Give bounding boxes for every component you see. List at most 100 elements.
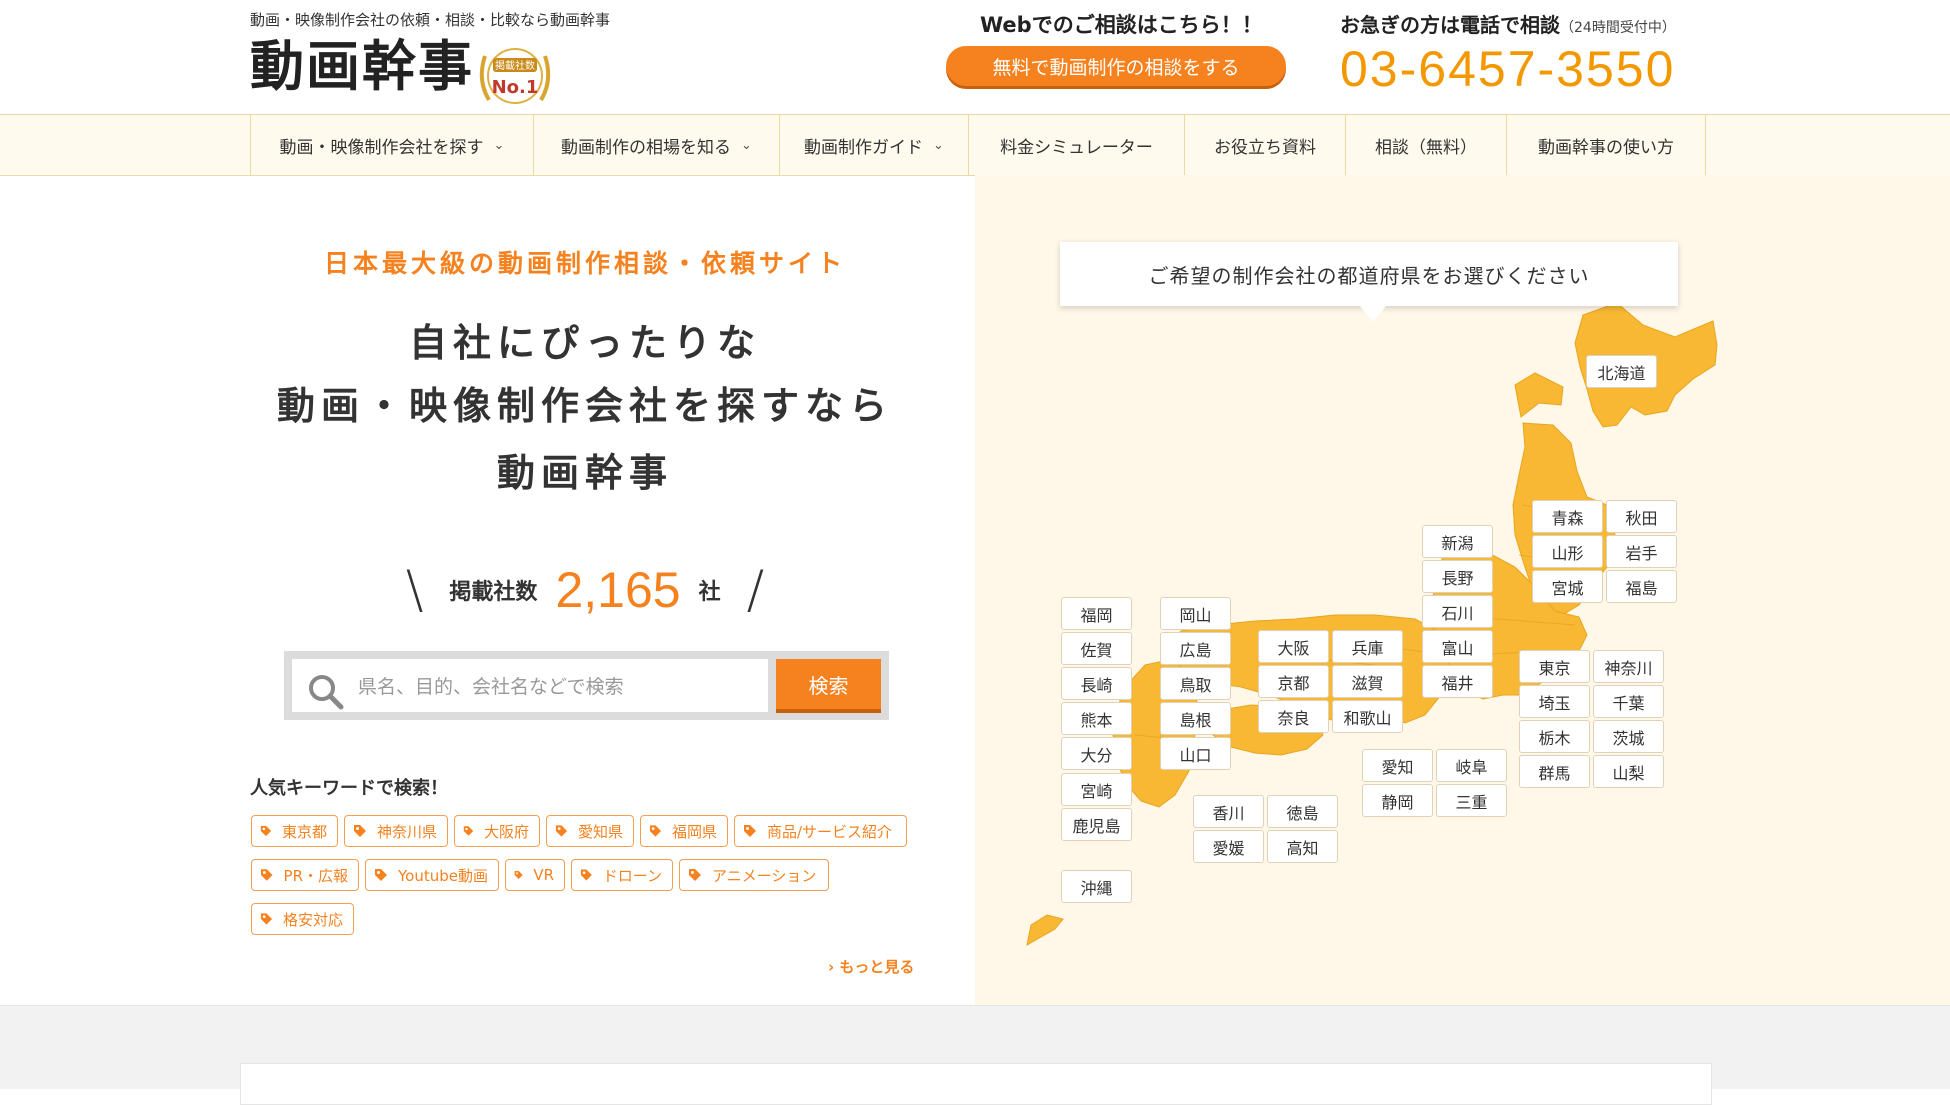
nav-item-4[interactable]: 料金シミュレーター — [969, 115, 1185, 175]
search-input[interactable]: 県名、目的、会社名などで検索 — [292, 659, 768, 712]
search-placeholder: 県名、目的、会社名などで検索 — [358, 676, 624, 698]
pref-okinawa[interactable]: 沖縄 — [1061, 870, 1132, 903]
pref-fukui[interactable]: 福井 — [1422, 665, 1493, 698]
nav-item-2[interactable]: 動画制作の相場を知る ⌄ — [534, 115, 780, 175]
pref-saga[interactable]: 佐賀 — [1061, 632, 1132, 665]
more-keywords-link[interactable]: › もっと見る — [828, 956, 914, 977]
pref-saitama[interactable]: 埼玉 — [1519, 685, 1590, 718]
pref-fukuoka[interactable]: 福岡 — [1061, 597, 1132, 630]
pref-kanagawa[interactable]: 神奈川 — [1593, 650, 1664, 683]
tag-icon — [744, 825, 756, 837]
keyword-tag[interactable]: 福岡県 — [640, 815, 728, 847]
pref-nagano[interactable]: 長野 — [1422, 560, 1493, 593]
pref-gifu[interactable]: 岐阜 — [1436, 749, 1507, 782]
keyword-tag[interactable]: 愛知県 — [546, 815, 634, 847]
pref-gunma[interactable]: 群馬 — [1519, 755, 1590, 788]
pref-okayama[interactable]: 岡山 — [1160, 597, 1231, 630]
keyword-tag[interactable]: PR・広報 — [251, 859, 359, 891]
phone-label-text: お急ぎの方は電話で相談 — [1340, 13, 1560, 37]
keyword-tag[interactable]: アニメーション — [679, 859, 829, 891]
pref-chiba[interactable]: 千葉 — [1593, 685, 1664, 718]
pref-shizuoka[interactable]: 静岡 — [1362, 784, 1433, 817]
hero-headline-1: 自社にぴったりな — [408, 321, 761, 365]
pref-shimane[interactable]: 島根 — [1160, 702, 1231, 735]
pref-tochigi[interactable]: 栃木 — [1519, 720, 1590, 753]
keyword-tag-label: 大阪府 — [483, 822, 529, 841]
hero-headline-3: 動画幹事 — [496, 451, 673, 495]
pref-mie[interactable]: 三重 — [1436, 784, 1507, 817]
prompt-pointer — [1360, 306, 1386, 322]
pref-yamaguchi[interactable]: 山口 — [1160, 737, 1231, 770]
pref-yamanashi[interactable]: 山梨 — [1593, 755, 1664, 788]
pref-ishikawa[interactable]: 石川 — [1422, 595, 1493, 628]
pref-ehime[interactable]: 愛媛 — [1193, 830, 1264, 863]
keyword-tag[interactable]: 神奈川県 — [344, 815, 448, 847]
pref-iwate[interactable]: 岩手 — [1606, 535, 1677, 568]
pref-osaka[interactable]: 大阪 — [1258, 630, 1329, 663]
tag-icon — [260, 913, 273, 925]
badge-line1: 掲載社数 — [495, 59, 535, 72]
chevron-down-icon: ⌄ — [493, 137, 505, 153]
pref-hokkaido[interactable]: 北海道 — [1586, 355, 1657, 388]
nav-item-3[interactable]: 動画制作ガイド ⌄ — [780, 115, 969, 175]
pref-kochi[interactable]: 高知 — [1267, 830, 1338, 863]
nav-item-7[interactable]: 動画幹事の使い方 — [1507, 115, 1706, 175]
keyword-tag-label: 神奈川県 — [376, 822, 437, 841]
count-slash-right: / — [746, 560, 765, 620]
pref-kagawa[interactable]: 香川 — [1193, 795, 1264, 828]
keyword-tag[interactable]: 商品/サービス紹介 — [734, 815, 907, 847]
pref-hyogo[interactable]: 兵庫 — [1332, 630, 1403, 663]
pref-ibaraki[interactable]: 茨城 — [1593, 720, 1664, 753]
nav-item-label: 動画制作の相場を知る — [561, 137, 732, 158]
pref-nara[interactable]: 奈良 — [1258, 700, 1329, 733]
pref-niigata[interactable]: 新潟 — [1422, 525, 1493, 558]
keyword-tag[interactable]: 大阪府 — [454, 815, 540, 847]
pref-yamagata[interactable]: 山形 — [1532, 535, 1603, 568]
nav-item-label: 動画幹事の使い方 — [1538, 137, 1674, 158]
pref-hiroshima[interactable]: 広島 — [1160, 632, 1231, 665]
phone-number[interactable]: 03-6457-3550 — [1340, 40, 1675, 98]
pref-miyazaki[interactable]: 宮崎 — [1061, 773, 1132, 806]
nav-item-label: 動画・映像制作会社を探す — [279, 137, 484, 158]
nav-item-label: 動画制作ガイド — [804, 137, 924, 158]
nav-item-1[interactable]: 動画・映像制作会社を探す ⌄ — [251, 115, 534, 175]
keyword-tag[interactable]: VR — [505, 859, 565, 891]
keyword-tag[interactable]: ドローン — [571, 859, 673, 891]
lower-content-card — [240, 1063, 1712, 1105]
pref-aomori[interactable]: 青森 — [1532, 500, 1603, 533]
pref-wakayama[interactable]: 和歌山 — [1332, 700, 1403, 733]
pref-tottori[interactable]: 鳥取 — [1160, 667, 1231, 700]
pref-miyagi[interactable]: 宮城 — [1532, 570, 1603, 603]
nav-item-6[interactable]: 相談（無料） — [1346, 115, 1507, 175]
hero-lead: 日本最大級の動画制作相談・依頼サイト — [323, 249, 846, 278]
logo-text: 動画幹事 — [250, 35, 474, 98]
keyword-tag[interactable]: Youtube動画 — [365, 859, 499, 891]
pref-fukushima[interactable]: 福島 — [1606, 570, 1677, 603]
pref-kagoshima[interactable]: 鹿児島 — [1061, 808, 1132, 841]
pref-tokyo[interactable]: 東京 — [1519, 650, 1590, 683]
phone-consult-label: お急ぎの方は電話で相談（24時間受付中） — [1340, 9, 1676, 38]
keyword-tag-label: VR — [533, 866, 554, 884]
free-consult-button[interactable]: 無料で動画制作の相談をする — [946, 46, 1286, 86]
pref-kumamoto[interactable]: 熊本 — [1061, 702, 1132, 735]
pref-nagasaki[interactable]: 長崎 — [1061, 667, 1132, 700]
pref-tokushima[interactable]: 徳島 — [1267, 795, 1338, 828]
keyword-tag[interactable]: 東京都 — [251, 815, 338, 847]
phone-label-note: （24時間受付中） — [1560, 20, 1676, 36]
site-logo[interactable]: 動画幹事 — [250, 40, 474, 94]
pref-akita[interactable]: 秋田 — [1606, 500, 1677, 533]
pref-kyoto[interactable]: 京都 — [1258, 665, 1329, 698]
listing-count-no1-badge: 掲載社数 No.1 — [479, 48, 551, 104]
more-keywords-label: もっと見る — [839, 958, 915, 976]
pref-toyama[interactable]: 富山 — [1422, 630, 1493, 663]
pref-aichi[interactable]: 愛知 — [1362, 749, 1433, 782]
search-button[interactable]: 検索 — [776, 659, 881, 709]
chevron-down-icon: ⌄ — [933, 137, 944, 153]
nav-item-label: お役立ち資料 — [1214, 137, 1316, 158]
keyword-tag-label: PR・広報 — [283, 866, 348, 885]
tag-icon — [463, 826, 474, 836]
nav-item-5[interactable]: お役立ち資料 — [1185, 115, 1346, 175]
pref-oita[interactable]: 大分 — [1061, 737, 1132, 770]
keyword-tag[interactable]: 格安対応 — [251, 903, 354, 935]
pref-shiga[interactable]: 滋賀 — [1332, 665, 1403, 698]
